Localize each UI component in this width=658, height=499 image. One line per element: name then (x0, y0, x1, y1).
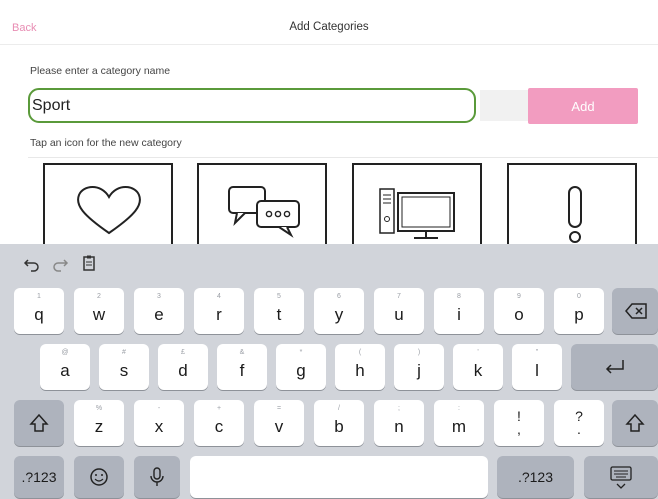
keyboard-dismiss-icon (610, 466, 632, 489)
emoji-key[interactable] (74, 456, 124, 498)
key-k[interactable]: ' k (453, 344, 503, 390)
nav-header: Back Add Categories (0, 0, 658, 45)
category-name-prompt: Please enter a category name (30, 65, 171, 77)
key-e[interactable]: 3e (134, 288, 184, 334)
icon-option-exclamation[interactable] (507, 163, 637, 253)
key-u[interactable]: 7u (374, 288, 424, 334)
icon-option-heart[interactable] (43, 163, 173, 253)
space-bar[interactable] (190, 456, 488, 498)
backspace-icon (625, 303, 647, 319)
page-title: Add Categories (289, 21, 369, 33)
backspace-key[interactable] (612, 288, 658, 334)
computer-icon (379, 188, 455, 239)
icon-prompt: Tap an icon for the new category (30, 137, 182, 149)
key-r[interactable]: 4r (194, 288, 244, 334)
exclamation-icon (568, 186, 582, 243)
key-z[interactable]: % z (74, 400, 124, 446)
key-q[interactable]: 1q (14, 288, 64, 334)
heart-icon (77, 186, 141, 235)
on-screen-keyboard: 1q 2w 3e 4r 5t 6y 7u 8i 9o 0p @ a # s £ d &… (0, 244, 658, 499)
numbers-key-left[interactable]: .?123 (14, 456, 64, 498)
icon-option-computer[interactable] (352, 163, 482, 253)
shift-key-left[interactable] (14, 400, 64, 446)
key-d[interactable]: £ d (158, 344, 208, 390)
key-l[interactable]: " l (512, 344, 562, 390)
key-m[interactable]: :m (434, 400, 484, 446)
key-w[interactable]: 2w (74, 288, 124, 334)
key-p[interactable]: 0p (554, 288, 604, 334)
icon-option-speech[interactable] (197, 163, 327, 253)
key-c[interactable]: + c (194, 400, 244, 446)
category-name-input[interactable] (28, 88, 476, 123)
hide-keyboard-key[interactable] (584, 456, 658, 498)
shift-icon (29, 413, 49, 432)
key-j[interactable]: ) j (394, 344, 444, 390)
key-x[interactable]: -x (134, 400, 184, 446)
key-g[interactable]: * g (276, 344, 326, 390)
shift-icon (625, 413, 645, 432)
return-icon (605, 360, 624, 374)
key-exclamation-comma[interactable]: ! , (494, 400, 544, 446)
key-a[interactable]: @ a (40, 344, 90, 390)
return-key[interactable] (571, 344, 658, 390)
key-v[interactable]: = v (254, 400, 304, 446)
divider (28, 157, 658, 158)
key-question-period[interactable]: ? . (554, 400, 604, 446)
numbers-key-right[interactable]: .?123 (497, 456, 574, 498)
key-i[interactable]: 8i (434, 288, 484, 334)
dictation-key[interactable] (134, 456, 180, 498)
key-s[interactable]: # s (99, 344, 149, 390)
emoji-icon (90, 468, 108, 486)
key-n[interactable]: ; n (374, 400, 424, 446)
microphone-icon (150, 467, 164, 486)
key-b[interactable]: / b (314, 400, 364, 446)
undo-icon[interactable] (23, 254, 41, 272)
keyboard-toolbar (0, 244, 658, 284)
key-o[interactable]: 9o (494, 288, 544, 334)
add-button[interactable]: Add (528, 88, 638, 124)
key-y[interactable]: 6y (314, 288, 364, 334)
input-trailing-area (480, 90, 534, 121)
shift-key-right[interactable] (612, 400, 658, 446)
paste-icon[interactable] (80, 254, 98, 272)
speech-bubbles-icon (228, 186, 300, 238)
key-f[interactable]: & f (217, 344, 267, 390)
redo-icon[interactable] (51, 254, 69, 272)
key-h[interactable]: (h (335, 344, 385, 390)
key-t[interactable]: 5t (254, 288, 304, 334)
